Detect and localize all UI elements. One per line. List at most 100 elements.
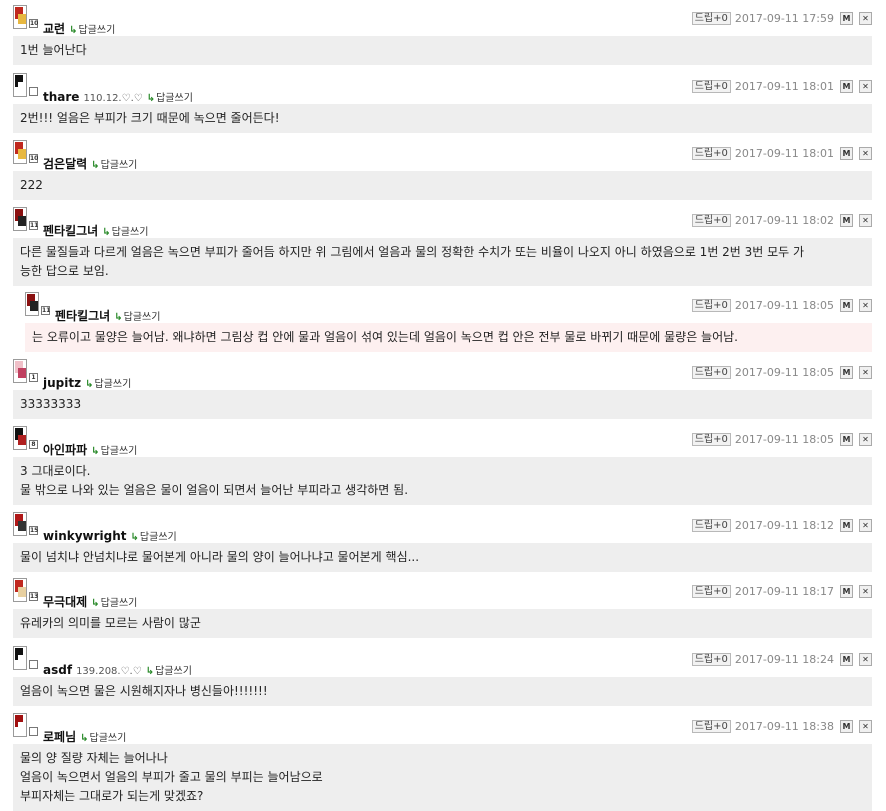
comment-header: asdf 139.208.♡.♡ ↳답글쓰기 드립+0 2017-09-11 18:2… (0, 641, 886, 677)
reply-link[interactable]: ↳답글쓰기 (91, 160, 137, 171)
avatar[interactable] (13, 578, 27, 602)
reply-link[interactable]: ↳답글쓰기 (147, 93, 193, 104)
reply-link[interactable]: ↳답글쓰기 (146, 666, 192, 677)
memo-icon[interactable]: M (840, 585, 853, 598)
reply-label: 답글쓰기 (111, 227, 149, 238)
delete-icon[interactable]: ✕ (859, 12, 872, 25)
delete-icon[interactable]: ✕ (859, 720, 872, 733)
comment-date: 2017-09-11 18:05 (734, 366, 834, 379)
reply-arrow-icon: ↳ (130, 532, 139, 543)
reply-link[interactable]: ↳답글쓰기 (114, 312, 160, 323)
reply-link[interactable]: ↳답글쓰기 (91, 446, 137, 457)
reply-arrow-icon: ↳ (69, 25, 78, 36)
memo-icon[interactable]: M (840, 299, 853, 312)
drip-button[interactable]: 드립+0 (691, 433, 731, 446)
delete-icon[interactable]: ✕ (859, 519, 872, 532)
reply-link[interactable]: ↳답글쓰기 (91, 598, 137, 609)
drip-button[interactable]: 드립+0 (691, 147, 731, 160)
avatar[interactable] (13, 512, 27, 536)
drip-button[interactable]: 드립+0 (691, 519, 731, 532)
memo-icon[interactable]: M (840, 80, 853, 93)
reply-link[interactable]: ↳답글쓰기 (85, 379, 131, 390)
reply-label: 답글쓰기 (100, 446, 138, 457)
memo-icon[interactable]: M (840, 653, 853, 666)
comment: 8 아인파파 ↳답글쓰기 드립+0 2017-09-11 18:05 M ✕ 3 그대로… (0, 421, 886, 505)
nickname[interactable]: thare (43, 90, 79, 104)
reply-label: 답글쓰기 (100, 160, 138, 171)
delete-icon[interactable]: ✕ (859, 433, 872, 446)
author: thare 110.12.♡.♡ ↳답글쓰기 (43, 86, 193, 105)
nickname[interactable]: asdf (43, 663, 72, 677)
comment-text: 유레카의 의미를 모르는 사람이 많군 (13, 609, 872, 638)
drip-button[interactable]: 드립+0 (691, 653, 731, 666)
nickname[interactable]: jupitz (43, 376, 81, 390)
comment: 로페님 ↳답글쓰기 드립+0 2017-09-11 18:38 M ✕ 물의 양 질량 … (0, 708, 886, 811)
drip-button[interactable]: 드립+0 (691, 366, 731, 379)
memo-icon[interactable]: M (840, 433, 853, 446)
memo-icon[interactable]: M (840, 366, 853, 379)
drip-button[interactable]: 드립+0 (691, 80, 731, 93)
delete-icon[interactable]: ✕ (859, 214, 872, 227)
comment-meta: 드립+0 2017-09-11 18:05 M ✕ (691, 433, 872, 447)
drip-button[interactable]: 드립+0 (691, 214, 731, 227)
comment-date: 2017-09-11 18:02 (734, 214, 834, 227)
drip-button[interactable]: 드립+0 (691, 299, 731, 312)
reply-link[interactable]: ↳답글쓰기 (69, 25, 115, 36)
nickname[interactable]: 검은달력 (43, 157, 87, 171)
reply-link[interactable]: ↳답글쓰기 (102, 227, 148, 238)
avatar[interactable] (13, 646, 27, 670)
reply-arrow-icon: ↳ (102, 227, 111, 238)
author: 교련 ↳답글쓰기 (43, 18, 115, 37)
author: 로페님 ↳답글쓰기 (43, 726, 126, 745)
nickname[interactable]: 아인파파 (43, 443, 87, 457)
comment: 11 펜타킬그녀 ↳답글쓰기 드립+0 2017-09-11 18:02 M ✕ 다른 … (0, 202, 886, 286)
ip-address: 110.12.♡.♡ (83, 93, 143, 104)
memo-icon[interactable]: M (840, 720, 853, 733)
memo-icon[interactable]: M (840, 147, 853, 160)
comment-text: 222 (13, 171, 872, 200)
delete-icon[interactable]: ✕ (859, 80, 872, 93)
comment-meta: 드립+0 2017-09-11 17:59 M ✕ (691, 12, 872, 26)
drip-button[interactable]: 드립+0 (691, 12, 731, 25)
avatar[interactable] (25, 292, 39, 316)
nickname[interactable]: 무극대제 (43, 595, 87, 609)
drip-button[interactable]: 드립+0 (691, 585, 731, 598)
avatar[interactable] (13, 359, 27, 383)
reply-arrow-icon: ↳ (91, 598, 100, 609)
reply-label: 답글쓰기 (94, 379, 132, 390)
comment-text: 물의 양 질량 자체는 늘어나나 얼음이 녹으면서 얼음의 부피가 줄고 물의 … (13, 744, 872, 811)
drip-button[interactable]: 드립+0 (691, 720, 731, 733)
delete-icon[interactable]: ✕ (859, 653, 872, 666)
avatar[interactable] (13, 713, 27, 737)
nickname[interactable]: 로페님 (43, 730, 76, 744)
delete-icon[interactable]: ✕ (859, 585, 872, 598)
comment: 10 교련 ↳답글쓰기 드립+0 2017-09-11 17:59 M ✕ 1번 늘어난… (0, 0, 886, 65)
comment-meta: 드립+0 2017-09-11 18:38 M ✕ (691, 720, 872, 734)
reply-link[interactable]: ↳답글쓰기 (131, 532, 177, 543)
memo-icon[interactable]: M (840, 12, 853, 25)
delete-icon[interactable]: ✕ (859, 147, 872, 160)
avatar[interactable] (13, 207, 27, 231)
comment-date: 2017-09-11 18:01 (734, 147, 834, 160)
memo-icon[interactable]: M (840, 519, 853, 532)
comment-date: 2017-09-11 18:12 (734, 519, 834, 532)
nickname[interactable]: 교련 (43, 22, 65, 36)
level-badge: 11 (41, 306, 51, 315)
avatar[interactable] (13, 140, 27, 164)
nickname[interactable]: 펜타킬그녀 (55, 309, 110, 323)
comment-header: 13 무극대제 ↳답글쓰기 드립+0 2017-09-11 18:17 M ✕ (0, 573, 886, 609)
delete-icon[interactable]: ✕ (859, 299, 872, 312)
reply-label: 답글쓰기 (78, 25, 116, 36)
memo-icon[interactable]: M (840, 214, 853, 227)
delete-icon[interactable]: ✕ (859, 366, 872, 379)
avatar[interactable] (13, 73, 27, 97)
reply-link[interactable]: ↳답글쓰기 (80, 733, 126, 744)
nickname[interactable]: winkywright (43, 529, 127, 543)
comment: thare 110.12.♡.♡ ↳답글쓰기 드립+0 2017-09-11 18:0… (0, 68, 886, 133)
nickname[interactable]: 펜타킬그녀 (43, 224, 98, 238)
avatar[interactable] (13, 5, 27, 29)
ip-address: 139.208.♡.♡ (76, 666, 142, 677)
comment-meta: 드립+0 2017-09-11 18:05 M ✕ (691, 299, 872, 313)
avatar[interactable] (13, 426, 27, 450)
level-badge: 10 (29, 154, 39, 163)
